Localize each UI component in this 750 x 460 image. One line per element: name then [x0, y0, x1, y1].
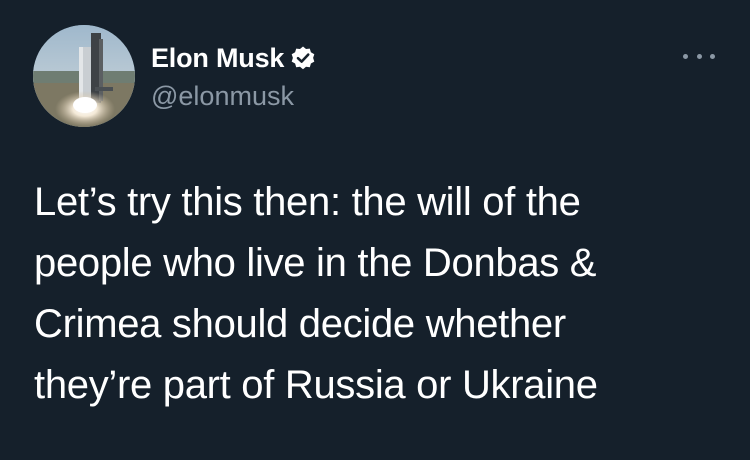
- more-dot: [710, 53, 715, 59]
- tweet-text-line: people who live in the Donbas &: [34, 241, 597, 285]
- tweet-text-line: Crimea should decide whether: [34, 302, 566, 346]
- tweet-text-line: Let’s try this then: the will of the: [34, 180, 581, 224]
- more-dot: [683, 53, 688, 59]
- avatar[interactable]: [33, 25, 135, 127]
- verified-badge-icon: [290, 45, 316, 71]
- starship-launch-avatar-image: [33, 25, 135, 127]
- tweet-card: Elon Musk @elonmusk Let’s try this then:…: [0, 0, 750, 460]
- author-handle[interactable]: @elonmusk: [151, 80, 294, 112]
- tweet-text: Let’s try this then: the will of the peo…: [34, 172, 734, 416]
- author-display-name[interactable]: Elon Musk: [151, 42, 284, 74]
- more-options-icon[interactable]: [683, 44, 715, 68]
- tweet-text-line: they’re part of Russia or Ukraine: [34, 363, 598, 407]
- more-dot: [696, 53, 702, 59]
- author-name-row[interactable]: Elon Musk: [151, 42, 316, 74]
